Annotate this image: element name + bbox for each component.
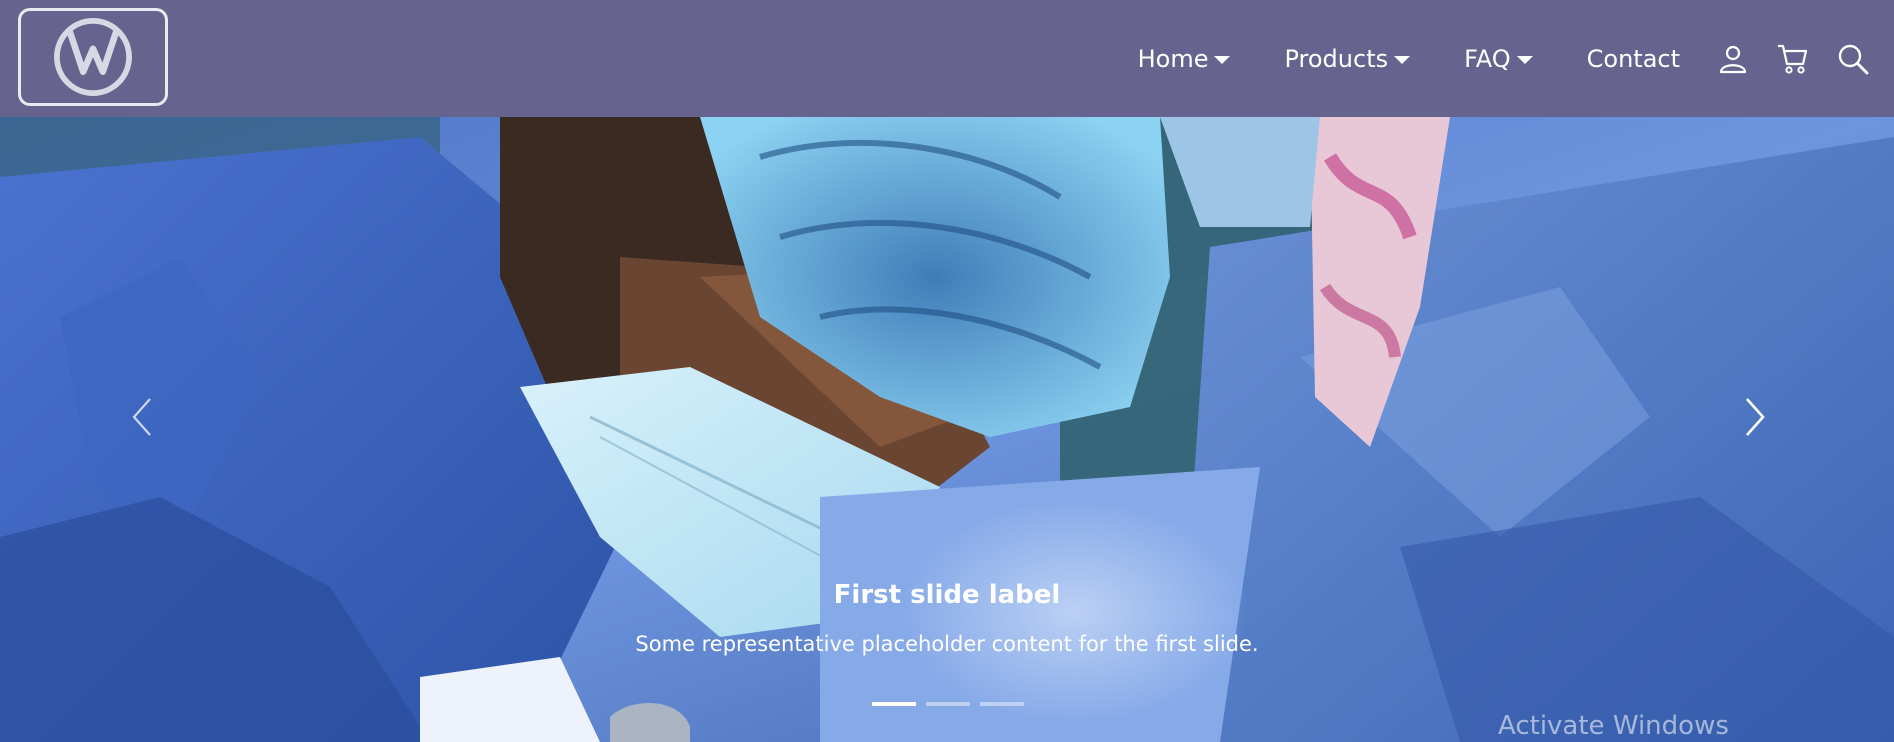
carousel-prev-button[interactable] [102, 337, 182, 497]
nav-icons [1716, 0, 1870, 117]
hero-carousel: First slide label Some representative pl… [0, 117, 1894, 742]
carousel-indicators [872, 702, 1024, 706]
chevron-down-icon [1516, 55, 1533, 64]
nav-products-label: Products [1284, 44, 1389, 73]
nav-contact[interactable]: Contact [1587, 45, 1680, 73]
nav-contact-label: Contact [1586, 44, 1680, 73]
chevron-down-icon [1214, 55, 1231, 64]
nav-faq[interactable]: FAQ [1464, 45, 1533, 73]
cart-icon[interactable] [1776, 42, 1810, 76]
slide-caption-title: First slide label [833, 580, 1061, 610]
chevron-left-icon [132, 398, 151, 436]
carousel-indicator-1[interactable] [872, 702, 916, 706]
brand-logo-link[interactable] [18, 8, 168, 106]
user-icon[interactable] [1716, 42, 1750, 76]
nav-links: Home Products FAQ Contact [1138, 0, 1680, 117]
navbar: Home Products FAQ Contact [0, 0, 1894, 117]
nav-faq-label: FAQ [1464, 44, 1511, 73]
volkswagen-logo [54, 18, 132, 96]
chevron-right-icon [1746, 398, 1765, 436]
carousel-indicator-2[interactable] [926, 702, 970, 706]
carousel-indicator-3[interactable] [980, 702, 1024, 706]
carousel-next-button[interactable] [1715, 337, 1795, 497]
slide-caption-text: Some representative placeholder content … [635, 632, 1259, 656]
nav-home-label: Home [1137, 44, 1209, 73]
chevron-down-icon [1394, 55, 1411, 64]
nav-products[interactable]: Products [1284, 44, 1411, 73]
activate-windows-watermark: Activate Windows [1498, 711, 1729, 741]
nav-home[interactable]: Home [1138, 45, 1231, 73]
search-icon[interactable] [1836, 42, 1870, 76]
